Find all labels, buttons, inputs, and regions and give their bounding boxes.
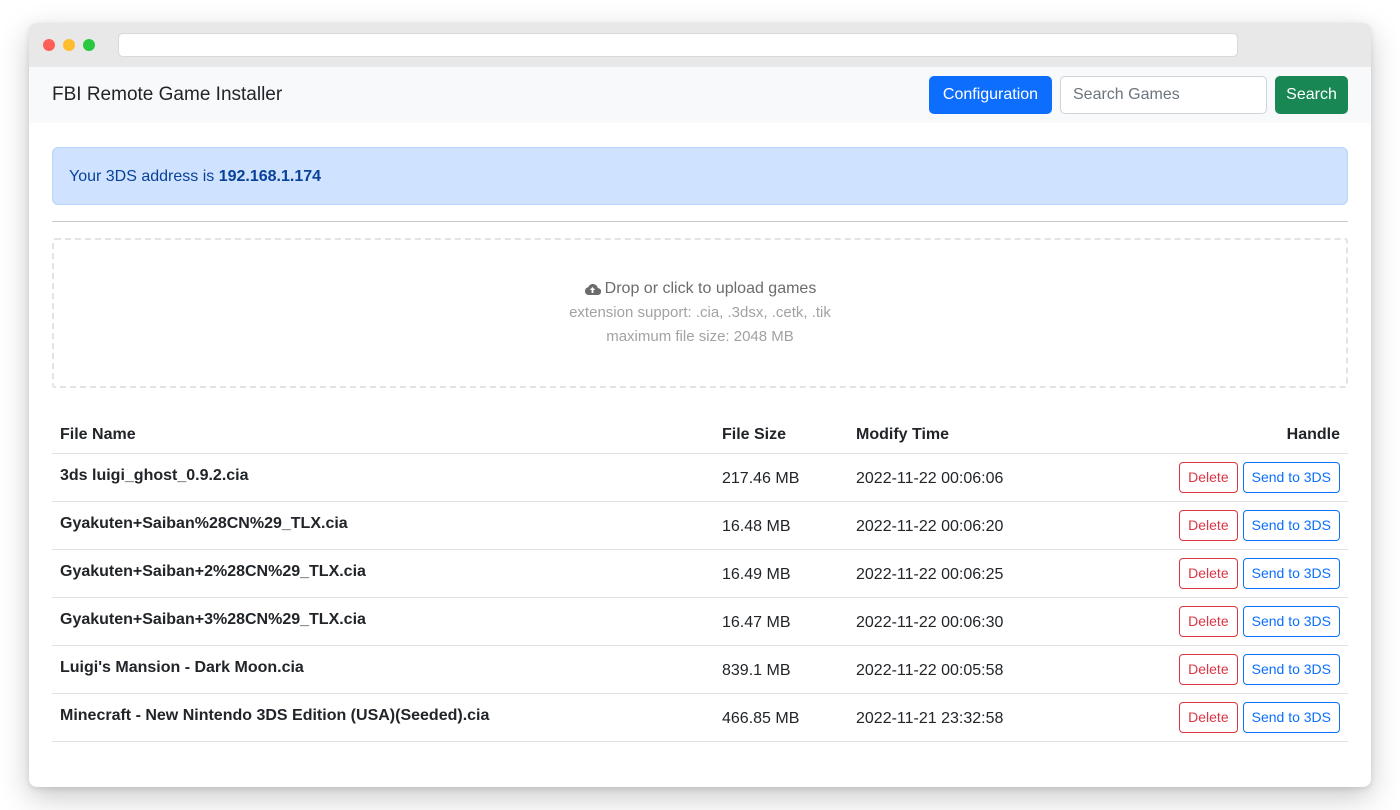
delete-button[interactable]: Delete xyxy=(1179,653,1238,685)
send-to-3ds-button[interactable]: Send to 3DS xyxy=(1242,605,1340,637)
file-size: 16.49 MB xyxy=(714,549,848,598)
upload-dropzone[interactable]: Drop or click to upload games extension … xyxy=(52,238,1348,388)
send-to-3ds-button[interactable]: Send to 3DS xyxy=(1242,653,1340,685)
delete-button[interactable]: Delete xyxy=(1179,605,1238,637)
header-file-size: File Size xyxy=(714,417,848,454)
file-size: 16.48 MB xyxy=(714,501,848,550)
search-button[interactable]: Search xyxy=(1275,76,1348,114)
header-modify-time: Modify Time xyxy=(848,417,1098,454)
address-prefix: Your 3DS address is xyxy=(69,168,219,185)
row-actions: Delete Send to 3DS xyxy=(1098,645,1348,694)
delete-button[interactable]: Delete xyxy=(1179,557,1238,589)
row-actions: Delete Send to 3DS xyxy=(1098,453,1348,502)
configuration-button[interactable]: Configuration xyxy=(929,76,1052,114)
window-titlebar xyxy=(29,23,1371,67)
send-to-3ds-button[interactable]: Send to 3DS xyxy=(1242,701,1340,733)
file-name: Gyakuten+Saiban+2%28CN%29_TLX.cia xyxy=(52,549,714,598)
file-name: Gyakuten+Saiban+3%28CN%29_TLX.cia xyxy=(52,597,714,646)
dropzone-title-text: Drop or click to upload games xyxy=(604,280,817,297)
modify-time: 2022-11-22 00:06:30 xyxy=(848,597,1098,646)
modify-time: 2022-11-22 00:06:20 xyxy=(848,501,1098,550)
modify-time: 2022-11-22 00:05:58 xyxy=(848,645,1098,694)
row-actions: Delete Send to 3DS xyxy=(1098,693,1348,742)
delete-button[interactable]: Delete xyxy=(1179,509,1238,541)
row-actions: Delete Send to 3DS xyxy=(1098,549,1348,598)
minimize-window-icon[interactable] xyxy=(63,39,75,51)
table-row: Minecraft - New Nintendo 3DS Edition (US… xyxy=(52,693,1348,742)
maximize-window-icon[interactable] xyxy=(83,39,95,51)
delete-button[interactable]: Delete xyxy=(1179,461,1238,493)
file-size: 839.1 MB xyxy=(714,645,848,694)
dropzone-title: Drop or click to upload games xyxy=(584,277,817,301)
address-alert: Your 3DS address is 192.168.1.174 xyxy=(52,147,1348,205)
modify-time: 2022-11-21 23:32:58 xyxy=(848,693,1098,742)
table-row: Luigi's Mansion - Dark Moon.cia 839.1 MB… xyxy=(52,645,1348,694)
row-actions: Delete Send to 3DS xyxy=(1098,501,1348,550)
send-to-3ds-button[interactable]: Send to 3DS xyxy=(1242,461,1340,493)
games-table: File Name File Size Modify Time Handle 3… xyxy=(52,417,1348,742)
divider xyxy=(52,221,1348,222)
file-name: Gyakuten+Saiban%28CN%29_TLX.cia xyxy=(52,501,714,550)
header-handle: Handle xyxy=(1098,417,1348,454)
row-actions: Delete Send to 3DS xyxy=(1098,597,1348,646)
file-size: 217.46 MB xyxy=(714,453,848,502)
send-to-3ds-button[interactable]: Send to 3DS xyxy=(1242,557,1340,589)
table-row: Gyakuten+Saiban%28CN%29_TLX.cia 16.48 MB… xyxy=(52,501,1348,550)
header-file-name: File Name xyxy=(52,417,714,454)
address-bar[interactable] xyxy=(118,33,1238,57)
delete-button[interactable]: Delete xyxy=(1179,701,1238,733)
send-to-3ds-button[interactable]: Send to 3DS xyxy=(1242,509,1340,541)
search-input[interactable] xyxy=(1060,76,1267,114)
cloud-upload-icon xyxy=(584,283,601,295)
dropzone-max-size: maximum file size: 2048 MB xyxy=(606,328,794,345)
close-window-icon[interactable] xyxy=(43,39,55,51)
modify-time: 2022-11-22 00:06:25 xyxy=(848,549,1098,598)
main-content: Your 3DS address is 192.168.1.174 Drop o… xyxy=(52,147,1348,742)
table-row: 3ds luigi_ghost_0.9.2.cia 217.46 MB 2022… xyxy=(52,453,1348,502)
table-row: Gyakuten+Saiban+2%28CN%29_TLX.cia 16.49 … xyxy=(52,549,1348,598)
navbar: FBI Remote Game Installer Configuration … xyxy=(29,67,1371,123)
browser-window: FBI Remote Game Installer Configuration … xyxy=(29,23,1371,787)
file-name: Luigi's Mansion - Dark Moon.cia xyxy=(52,645,714,694)
file-size: 466.85 MB xyxy=(714,693,848,742)
modify-time: 2022-11-22 00:06:06 xyxy=(848,453,1098,502)
table-header-row: File Name File Size Modify Time Handle xyxy=(52,417,1348,454)
device-address: 192.168.1.174 xyxy=(218,168,322,185)
app-brand[interactable]: FBI Remote Game Installer xyxy=(52,84,282,106)
file-name: Minecraft - New Nintendo 3DS Edition (US… xyxy=(52,693,714,742)
file-name: 3ds luigi_ghost_0.9.2.cia xyxy=(52,453,714,502)
table-row: Gyakuten+Saiban+3%28CN%29_TLX.cia 16.47 … xyxy=(52,597,1348,646)
dropzone-extensions: extension support: .cia, .3dsx, .cetk, .… xyxy=(569,304,831,321)
file-size: 16.47 MB xyxy=(714,597,848,646)
